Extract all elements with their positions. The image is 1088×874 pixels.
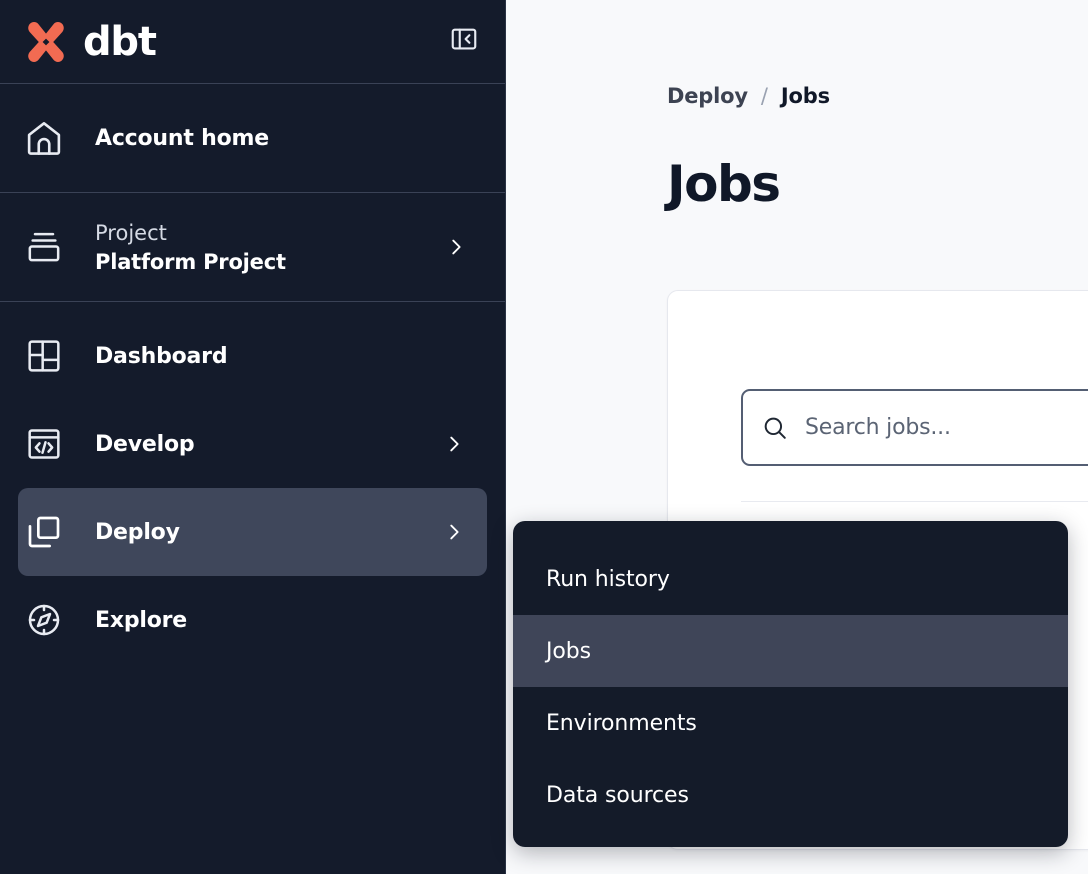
chevron-right-icon bbox=[443, 433, 465, 455]
sidebar-item-account-home[interactable]: Account home bbox=[0, 84, 505, 192]
deploy-flyout-menu: Run history Jobs Environments Data sourc… bbox=[513, 521, 1068, 847]
breadcrumb: Deploy / Jobs bbox=[667, 84, 830, 108]
flyout-item-label: Run history bbox=[546, 567, 670, 592]
sidebar-item-project-title: Project bbox=[95, 221, 286, 245]
brand[interactable]: dbt bbox=[22, 18, 156, 66]
flyout-item-label: Environments bbox=[546, 711, 697, 736]
flyout-item-label: Jobs bbox=[546, 639, 591, 664]
flyout-item-data-sources[interactable]: Data sources bbox=[513, 759, 1068, 831]
chevron-right-icon bbox=[443, 521, 465, 543]
dbt-x-logo-icon bbox=[22, 18, 70, 66]
collapse-sidebar-icon bbox=[449, 24, 479, 59]
breadcrumb-jobs: Jobs bbox=[781, 84, 830, 108]
breadcrumb-deploy[interactable]: Deploy bbox=[667, 84, 748, 108]
flyout-item-label: Data sources bbox=[546, 783, 689, 808]
sidebar-section-project: Project Platform Project bbox=[0, 193, 505, 302]
dashboard-grid-icon bbox=[22, 336, 66, 376]
sidebar-item-dashboard[interactable]: Dashboard bbox=[18, 312, 487, 400]
panel-divider bbox=[741, 501, 1088, 502]
breadcrumb-separator: / bbox=[761, 84, 768, 108]
code-window-icon bbox=[22, 424, 66, 464]
sidebar-item-label: Account home bbox=[95, 126, 269, 151]
sidebar-item-project[interactable]: Project Platform Project bbox=[0, 193, 505, 301]
sidebar: dbt Account home bbox=[0, 0, 506, 874]
compass-icon bbox=[22, 600, 66, 640]
search-input[interactable] bbox=[805, 415, 1088, 440]
chevron-right-icon bbox=[445, 236, 467, 258]
page-title: Jobs bbox=[667, 155, 780, 213]
collapse-sidebar-button[interactable] bbox=[447, 25, 481, 59]
sidebar-item-label: Explore bbox=[95, 608, 187, 633]
sidebar-header: dbt bbox=[0, 0, 505, 84]
sidebar-item-label: Develop bbox=[95, 432, 194, 457]
sidebar-section-workspace: Dashboard Develop bbox=[0, 302, 505, 664]
home-icon bbox=[22, 117, 66, 159]
copy-squares-icon bbox=[22, 512, 66, 552]
flyout-item-environments[interactable]: Environments bbox=[513, 687, 1068, 759]
search-jobs-field[interactable] bbox=[741, 389, 1088, 466]
search-icon bbox=[761, 414, 789, 442]
brand-wordmark: dbt bbox=[83, 22, 156, 62]
sidebar-item-project-name: Platform Project bbox=[95, 250, 286, 274]
stacked-layers-icon bbox=[22, 227, 66, 267]
sidebar-item-label: Dashboard bbox=[95, 344, 227, 369]
sidebar-item-explore[interactable]: Explore bbox=[18, 576, 487, 664]
flyout-item-run-history[interactable]: Run history bbox=[513, 543, 1068, 615]
sidebar-item-develop[interactable]: Develop bbox=[18, 400, 487, 488]
sidebar-item-deploy[interactable]: Deploy bbox=[18, 488, 487, 576]
sidebar-section-account: Account home bbox=[0, 84, 505, 193]
sidebar-item-project-labels: Project Platform Project bbox=[95, 221, 286, 274]
flyout-item-jobs[interactable]: Jobs bbox=[513, 615, 1068, 687]
sidebar-item-label: Deploy bbox=[95, 520, 180, 545]
